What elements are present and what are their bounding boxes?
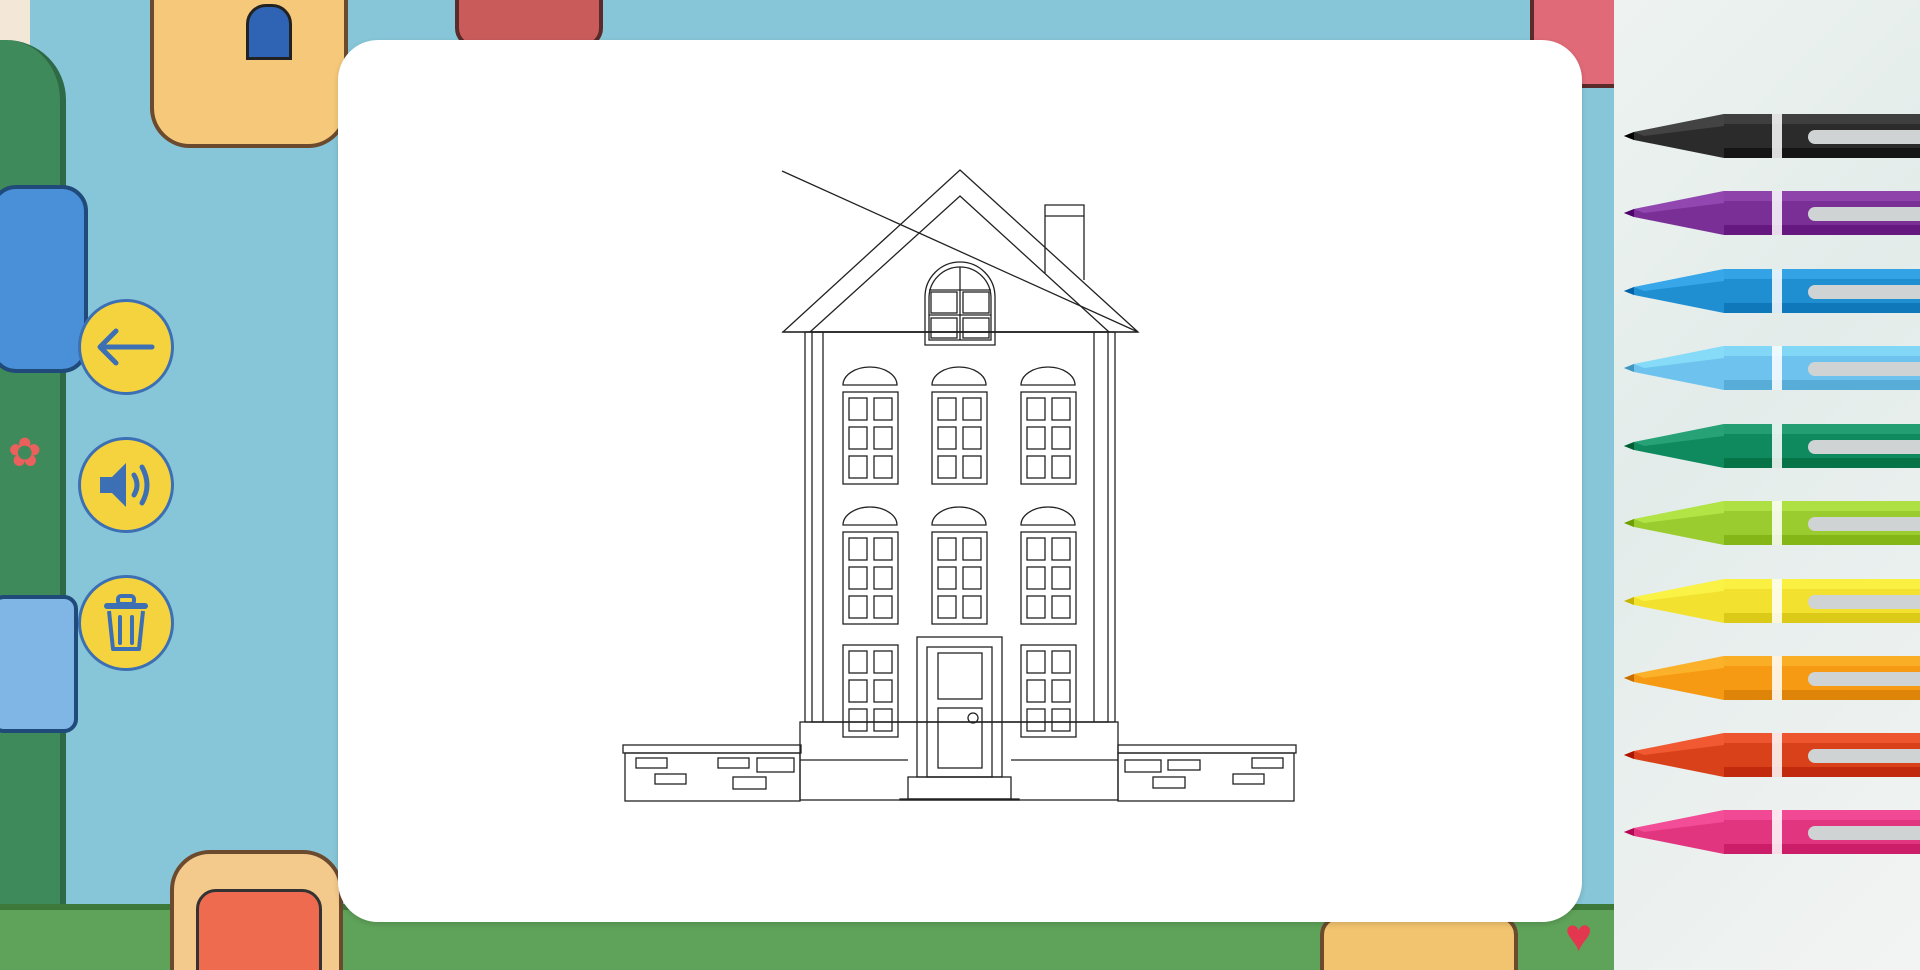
- house-outline-drawing[interactable]: [338, 40, 1582, 922]
- window-pane[interactable]: [937, 595, 957, 619]
- window-pane[interactable]: [1051, 679, 1071, 703]
- window-pane[interactable]: [848, 455, 868, 479]
- window-pane[interactable]: [962, 426, 982, 450]
- speaker-icon: [100, 463, 150, 507]
- window-pane[interactable]: [873, 708, 893, 732]
- flower-icon: ✿: [8, 431, 42, 475]
- window-pane[interactable]: [1026, 426, 1046, 450]
- window-pane[interactable]: [937, 566, 957, 590]
- window-pane[interactable]: [1051, 595, 1071, 619]
- window-pane[interactable]: [873, 650, 893, 674]
- window-pane[interactable]: [1051, 455, 1071, 479]
- window-pane[interactable]: [1026, 397, 1046, 421]
- crayon-orange[interactable]: [1624, 650, 1920, 706]
- window-pane[interactable]: [873, 537, 893, 561]
- crayon-palette: [1614, 0, 1920, 970]
- window-pane[interactable]: [1051, 397, 1071, 421]
- background-vine: [0, 40, 66, 970]
- crayon-green[interactable]: [1624, 418, 1920, 474]
- window-pane[interactable]: [1051, 650, 1071, 674]
- coloring-canvas[interactable]: [338, 40, 1582, 922]
- window-pane[interactable]: [962, 537, 982, 561]
- window-pane[interactable]: [962, 397, 982, 421]
- crayon-pink[interactable]: [1624, 804, 1920, 860]
- window-pane[interactable]: [1051, 537, 1071, 561]
- window-pane[interactable]: [937, 537, 957, 561]
- window-pane[interactable]: [1026, 650, 1046, 674]
- background-house: [150, 0, 348, 148]
- window-pane[interactable]: [1026, 679, 1046, 703]
- window-pane[interactable]: [848, 426, 868, 450]
- window-pane[interactable]: [848, 650, 868, 674]
- window-pane[interactable]: [873, 455, 893, 479]
- window-pane[interactable]: [1051, 708, 1071, 732]
- sound-button[interactable]: [78, 437, 174, 533]
- window-pane[interactable]: [873, 595, 893, 619]
- window-pane[interactable]: [937, 426, 957, 450]
- window-pane[interactable]: [962, 595, 982, 619]
- arrow-left-icon: [97, 328, 155, 366]
- window-pane[interactable]: [1026, 708, 1046, 732]
- window-pane[interactable]: [1026, 595, 1046, 619]
- window-pane[interactable]: [848, 708, 868, 732]
- window-pane[interactable]: [1026, 455, 1046, 479]
- window-pane[interactable]: [1051, 566, 1071, 590]
- clear-button[interactable]: [78, 575, 174, 671]
- window-pane[interactable]: [873, 397, 893, 421]
- window-pane[interactable]: [848, 397, 868, 421]
- window-pane[interactable]: [848, 537, 868, 561]
- crayon-light-blue[interactable]: [1624, 340, 1920, 396]
- background-house: [1320, 915, 1518, 970]
- window-pane[interactable]: [1026, 566, 1046, 590]
- window-pane[interactable]: [873, 566, 893, 590]
- background-sign: [0, 185, 88, 373]
- background-sign: [0, 595, 78, 733]
- back-button[interactable]: [78, 299, 174, 395]
- window-pane[interactable]: [1051, 426, 1071, 450]
- crayon-purple[interactable]: [1624, 185, 1920, 241]
- window-pane[interactable]: [848, 566, 868, 590]
- crayon-red[interactable]: [1624, 727, 1920, 783]
- background-house: [170, 850, 343, 970]
- window-pane[interactable]: [962, 455, 982, 479]
- window-pane[interactable]: [937, 455, 957, 479]
- window-pane[interactable]: [937, 397, 957, 421]
- window-pane[interactable]: [873, 679, 893, 703]
- window-pane[interactable]: [848, 595, 868, 619]
- crayon-yellow[interactable]: [1624, 573, 1920, 629]
- trash-icon: [104, 594, 148, 651]
- window-pane[interactable]: [873, 426, 893, 450]
- window-pane[interactable]: [1026, 537, 1046, 561]
- crayon-blue[interactable]: [1624, 263, 1920, 319]
- window-pane[interactable]: [848, 679, 868, 703]
- window-pane[interactable]: [962, 566, 982, 590]
- crayon-lime[interactable]: [1624, 495, 1920, 551]
- crayon-black[interactable]: [1624, 108, 1920, 164]
